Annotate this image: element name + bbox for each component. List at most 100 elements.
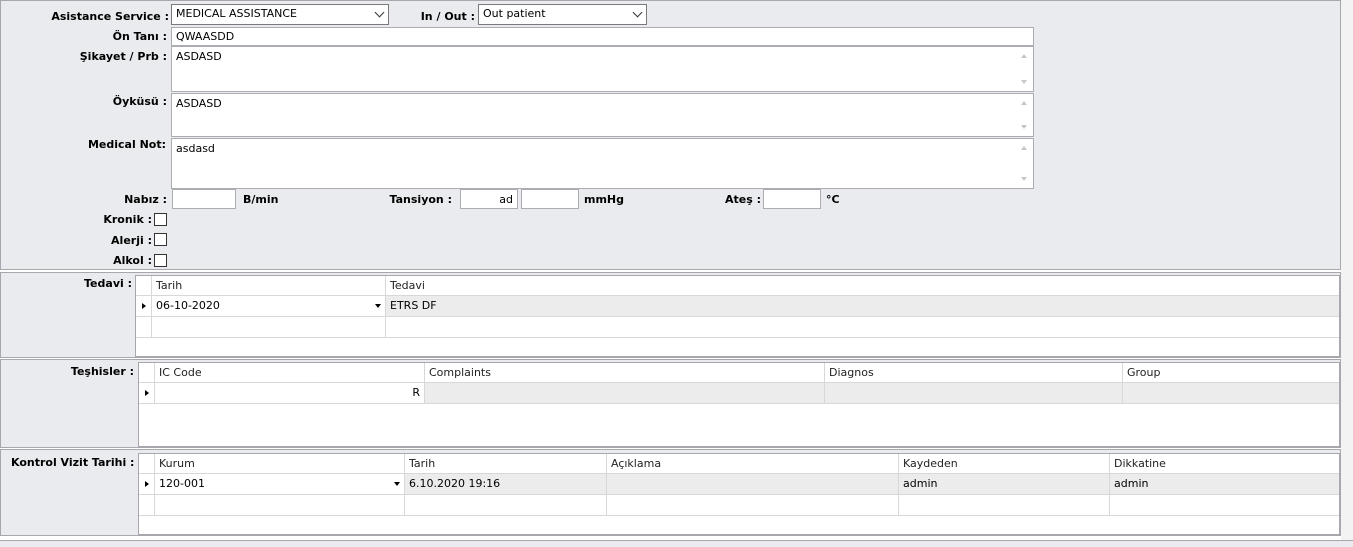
kontrol-cell-aciklama[interactable] — [607, 474, 899, 495]
row-indicator — [139, 383, 155, 404]
teshisler-grid[interactable]: IC Code Complaints Diagnos Group R — [138, 362, 1340, 447]
column-header-tedavi[interactable]: Tedavi — [386, 276, 1339, 296]
in-out-dropdown[interactable]: Out patient — [478, 4, 647, 25]
column-header-dikkatine[interactable]: Dikkatine — [1110, 454, 1339, 474]
sikayet-memo[interactable]: ASDASD — [171, 46, 1034, 92]
table-row-new[interactable] — [136, 317, 1339, 338]
kontrol-grid-header: Kurum Tarih Açıklama Kaydeden Dikkatine — [139, 454, 1339, 474]
tedavi-cell-tarih[interactable]: 06-10-2020 — [152, 296, 386, 317]
tedavi-cell-tedavi[interactable]: ETRS DF — [386, 296, 1339, 317]
current-row-icon — [145, 390, 149, 396]
ates-input[interactable] — [763, 189, 821, 209]
sikayet-value: ASDASD — [176, 50, 222, 63]
memo-scrollbar[interactable] — [1017, 47, 1033, 91]
scroll-down-icon[interactable] — [1021, 80, 1027, 84]
on-tani-input[interactable]: QWAASDD — [171, 27, 1034, 46]
column-header-group[interactable]: Group — [1123, 363, 1339, 383]
scroll-up-icon[interactable] — [1021, 54, 1027, 58]
medical-not-value: asdasd — [176, 142, 215, 155]
kontrol-cell-empty[interactable] — [899, 495, 1110, 516]
scroll-up-icon[interactable] — [1021, 101, 1027, 105]
sikayet-label: Şikayet / Prb : — [79, 50, 167, 63]
alkol-label: Alkol : — [113, 254, 152, 267]
alerji-label: Alerji : — [111, 234, 152, 247]
scroll-down-icon[interactable] — [1021, 125, 1027, 129]
oykusu-value: ASDASD — [176, 97, 222, 110]
table-row[interactable]: 06-10-2020 ETRS DF — [136, 296, 1339, 317]
current-row-icon — [145, 481, 149, 487]
tansiyon-systolic-input[interactable]: ad — [460, 189, 518, 209]
row-indicator — [139, 495, 155, 516]
patient-form-panel: Asistance Service : MEDICAL ASSISTANCE I… — [0, 0, 1341, 270]
tedavi-grid-header: Tarih Tedavi — [136, 276, 1339, 296]
tansiyon-unit: mmHg — [584, 193, 625, 206]
oykusu-memo[interactable]: ASDASD — [171, 93, 1034, 137]
assistance-service-value: MEDICAL ASSISTANCE — [176, 7, 297, 20]
teshisler-cell-group[interactable] — [1123, 383, 1339, 404]
teshisler-grid-header: IC Code Complaints Diagnos Group — [139, 363, 1339, 383]
kontrol-cell-empty[interactable] — [405, 495, 607, 516]
dropdown-arrow-icon[interactable] — [394, 482, 400, 486]
scroll-up-icon[interactable] — [1021, 146, 1027, 150]
dropdown-arrow-icon[interactable] — [375, 304, 381, 308]
bottom-border — [0, 540, 1353, 547]
teshisler-cell-complaints[interactable] — [425, 383, 825, 404]
memo-scrollbar[interactable] — [1017, 94, 1033, 136]
table-row[interactable]: R — [139, 383, 1339, 404]
column-header-tarih[interactable]: Tarih — [405, 454, 607, 474]
kontrol-cell-tarih[interactable]: 6.10.2020 19:16 — [405, 474, 607, 495]
memo-scrollbar[interactable] — [1017, 139, 1033, 188]
nabiz-label: Nabız : — [124, 193, 167, 206]
alkol-checkbox[interactable] — [154, 254, 167, 267]
kontrol-cell-kaydeden[interactable]: admin — [899, 474, 1110, 495]
kontrol-vizit-panel: Kontrol Vizit Tarihi : Kurum Tarih Açıkl… — [0, 449, 1341, 536]
column-header-ic-code[interactable]: IC Code — [155, 363, 425, 383]
column-header-diagnos[interactable]: Diagnos — [825, 363, 1123, 383]
row-indicator-header — [139, 454, 155, 474]
teshisler-panel: Teşhisler : IC Code Complaints Diagnos G… — [0, 359, 1341, 448]
assistance-service-dropdown[interactable]: MEDICAL ASSISTANCE — [171, 4, 389, 25]
in-out-value: Out patient — [483, 7, 546, 20]
kontrol-cell-dikkatine[interactable]: admin — [1110, 474, 1339, 495]
ates-unit: °C — [826, 193, 840, 206]
tedavi-grid[interactable]: Tarih Tedavi 06-10-2020 ETRS DF — [135, 275, 1340, 357]
kontrol-cell-empty[interactable] — [1110, 495, 1339, 516]
ates-label: Ateş : — [724, 193, 761, 206]
alerji-checkbox[interactable] — [154, 233, 167, 246]
chevron-down-icon — [374, 7, 385, 18]
kontrol-vizit-label: Kontrol Vizit Tarihi : — [11, 456, 135, 469]
row-indicator — [136, 317, 152, 338]
column-header-kurum[interactable]: Kurum — [155, 454, 405, 474]
assistance-service-label: Asistance Service : — [51, 10, 169, 23]
kontrol-cell-empty[interactable] — [607, 495, 899, 516]
table-row-new[interactable] — [139, 495, 1339, 516]
kronik-label: Kronik : — [103, 213, 152, 226]
teshisler-cell-diagnos[interactable] — [825, 383, 1123, 404]
medical-not-memo[interactable]: asdasd — [171, 138, 1034, 189]
row-indicator — [136, 296, 152, 317]
scroll-down-icon[interactable] — [1021, 177, 1027, 181]
row-indicator — [139, 474, 155, 495]
tedavi-tarih-value: 06-10-2020 — [156, 299, 220, 312]
kontrol-cell-empty[interactable] — [155, 495, 405, 516]
teshisler-label: Teşhisler : — [70, 365, 134, 378]
column-header-aciklama[interactable]: Açıklama — [607, 454, 899, 474]
tansiyon-label: Tansiyon : — [389, 193, 452, 206]
column-header-complaints[interactable]: Complaints — [425, 363, 825, 383]
column-header-tarih[interactable]: Tarih — [152, 276, 386, 296]
in-out-label: In / Out : — [420, 10, 475, 23]
right-border — [1341, 0, 1353, 540]
column-header-kaydeden[interactable]: Kaydeden — [899, 454, 1110, 474]
tansiyon-diastolic-input[interactable] — [521, 189, 579, 209]
nabiz-input[interactable] — [172, 189, 236, 209]
teshisler-cell-ic-code[interactable]: R — [155, 383, 425, 404]
table-row[interactable]: 120-001 6.10.2020 19:16 admin admin — [139, 474, 1339, 495]
kontrol-vizit-grid[interactable]: Kurum Tarih Açıklama Kaydeden Dikkatine … — [138, 453, 1340, 535]
tedavi-cell-tarih-empty[interactable] — [152, 317, 386, 338]
kronik-checkbox[interactable] — [154, 213, 167, 226]
kontrol-cell-kurum[interactable]: 120-001 — [155, 474, 405, 495]
chevron-down-icon — [632, 7, 643, 18]
kontrol-kurum-value: 120-001 — [159, 477, 205, 490]
tedavi-cell-tedavi-empty[interactable] — [386, 317, 1339, 338]
tedavi-label: Tedavi : — [84, 277, 132, 290]
